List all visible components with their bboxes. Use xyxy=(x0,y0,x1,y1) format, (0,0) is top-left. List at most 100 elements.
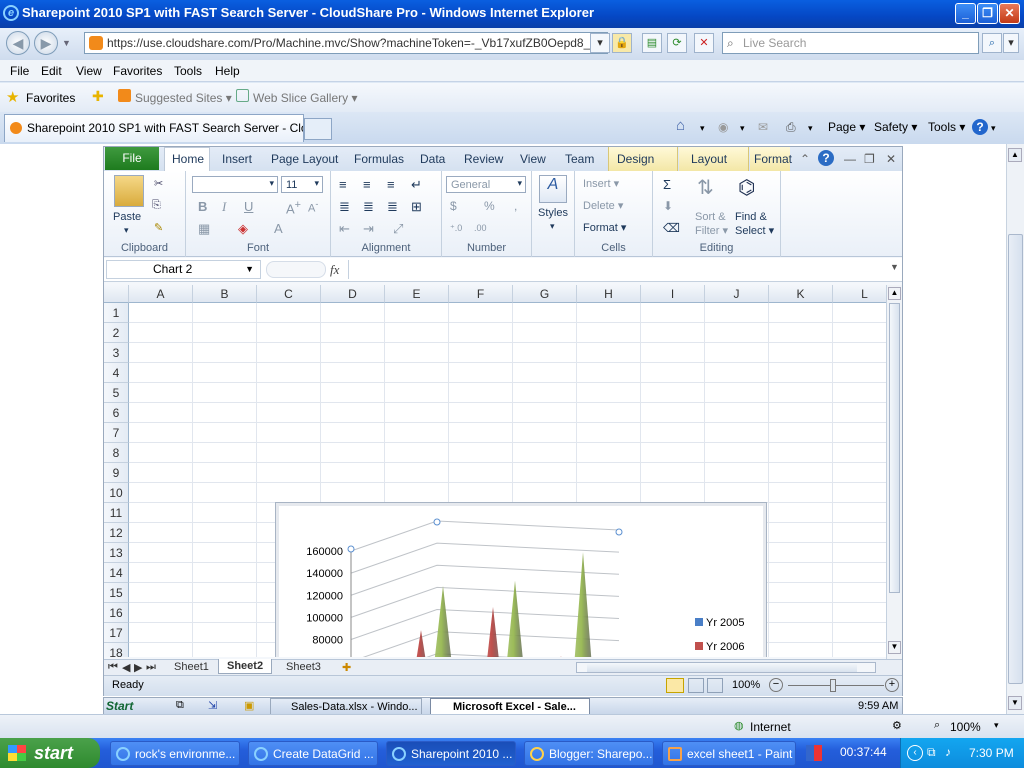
font-name-select[interactable]: ▾ xyxy=(192,176,278,193)
remote-task-excel[interactable]: Microsoft Excel - Sale... xyxy=(430,698,590,715)
cut-icon[interactable]: ✂ xyxy=(154,177,163,190)
align-top-icon[interactable]: ≡ xyxy=(339,177,347,192)
paste-icon[interactable] xyxy=(114,175,144,207)
remote-ie-icon[interactable]: ⇲ xyxy=(208,699,217,712)
row-header[interactable]: 9 xyxy=(104,463,129,483)
start-button[interactable]: start xyxy=(0,738,100,768)
row-header[interactable]: 14 xyxy=(104,563,129,583)
increase-decimal-icon[interactable]: ⁺.0 xyxy=(450,223,462,234)
row-header[interactable]: 4 xyxy=(104,363,129,383)
lock-icon[interactable]: 🔒 xyxy=(612,33,632,53)
remote-start-button[interactable]: Start xyxy=(106,699,133,713)
zoom-in-icon[interactable]: + xyxy=(885,678,899,692)
menu-view[interactable]: View xyxy=(76,64,102,78)
menu-favorites[interactable]: Favorites xyxy=(113,64,162,78)
zoom-slider-thumb[interactable] xyxy=(830,679,836,692)
search-options-icon[interactable]: ▾ xyxy=(1003,33,1019,53)
find-binoculars-icon[interactable]: ⌬ xyxy=(738,175,755,200)
worksheet-grid[interactable]: ABCDEFGHIJKL 1 2 3 4 5 6 7 8 9 10 11 12 13 14 15 16 17 18… xyxy=(104,285,886,657)
tab-format[interactable]: Format xyxy=(750,147,792,171)
column-header[interactable]: G xyxy=(513,285,577,303)
quicklaunch-app-icon[interactable] xyxy=(806,745,822,761)
increase-indent-icon[interactable]: ⇥ xyxy=(363,221,374,237)
row-header[interactable]: 10 xyxy=(104,483,129,503)
name-box[interactable]: Chart 2 ▼ xyxy=(106,260,261,279)
sheet-tab-2-active[interactable]: Sheet2 xyxy=(218,659,273,674)
filter-label[interactable]: Filter ▾ xyxy=(695,224,728,237)
tab-file[interactable]: File xyxy=(105,147,159,170)
help-dropdown-icon[interactable]: ▾ xyxy=(991,123,996,134)
print-dropdown-icon[interactable]: ▾ xyxy=(808,123,813,134)
currency-icon[interactable]: $ xyxy=(450,199,457,213)
safety-menu[interactable]: Safety ▾ xyxy=(874,120,917,134)
format-cells-button[interactable]: Format ▾ xyxy=(583,221,626,234)
row-header[interactable]: 12 xyxy=(104,523,129,543)
new-tab-button[interactable] xyxy=(304,118,332,140)
ribbon-minimize-icon[interactable]: ⌃ xyxy=(800,152,810,166)
menu-edit[interactable]: Edit xyxy=(41,64,62,78)
insert-cells-button[interactable]: Insert ▾ xyxy=(583,177,619,190)
excel-help-icon[interactable]: ? xyxy=(818,150,834,166)
column-header[interactable]: H xyxy=(577,285,641,303)
menu-tools[interactable]: Tools xyxy=(174,64,202,78)
column-header[interactable]: E xyxy=(385,285,449,303)
tab-design[interactable]: Design xyxy=(608,147,678,171)
sort-filter-icon[interactable]: ⇅ xyxy=(697,175,714,200)
percent-icon[interactable]: % xyxy=(484,199,495,213)
column-header[interactable]: K xyxy=(769,285,833,303)
back-button[interactable]: ◀ xyxy=(6,31,30,55)
italic-button[interactable]: I xyxy=(222,199,226,215)
row-header[interactable]: 16 xyxy=(104,603,129,623)
wrap-text-icon[interactable]: ↵ xyxy=(411,177,422,193)
column-header[interactable]: F xyxy=(449,285,513,303)
minimize-button[interactable]: _ xyxy=(955,3,976,24)
tab-team[interactable]: Team xyxy=(565,152,594,166)
close-button[interactable]: ✕ xyxy=(999,3,1020,24)
scroll-down-icon[interactable]: ▼ xyxy=(1008,696,1022,710)
chart-object[interactable]: 1600001400001200001000008000060000400002… xyxy=(275,502,767,657)
home-icon[interactable]: ⌂ xyxy=(676,117,685,134)
search-input[interactable]: ⌕ Live Search xyxy=(722,32,979,54)
borders-icon[interactable]: ▦ xyxy=(198,221,210,237)
font-size-select[interactable]: 11 ▾ xyxy=(281,176,323,193)
row-header[interactable]: 3 xyxy=(104,343,129,363)
help-icon[interactable]: ? xyxy=(972,119,988,135)
browser-tab-active[interactable]: Sharepoint 2010 SP1 with FAST Search Ser… xyxy=(4,114,304,142)
page-break-view-icon[interactable] xyxy=(707,678,723,693)
align-right-icon[interactable]: ≣ xyxy=(387,199,398,215)
tab-formulas[interactable]: Formulas xyxy=(354,152,404,166)
print-icon[interactable]: ⎙ xyxy=(786,120,796,135)
zoom-level[interactable]: 100% xyxy=(732,679,760,691)
sheet-tab-3[interactable]: Sheet3 xyxy=(286,661,321,673)
excel-hscroll-thumb[interactable] xyxy=(587,663,857,672)
tab-home[interactable]: Home xyxy=(172,152,204,166)
zoom-magnifier-icon[interactable]: ⌕ xyxy=(934,719,940,732)
sheet-tab-1[interactable]: Sheet1 xyxy=(174,661,209,673)
fill-icon[interactable]: ⬇ xyxy=(663,199,673,213)
search-go-icon[interactable]: ⌕ xyxy=(982,33,1002,53)
styles-label[interactable]: Styles xyxy=(538,207,568,219)
restore-button[interactable]: ❐ xyxy=(977,3,998,24)
tab-insert[interactable]: Insert xyxy=(222,152,252,166)
network-icon[interactable]: ⧉ xyxy=(927,745,936,760)
column-header[interactable]: A xyxy=(129,285,193,303)
excel-scroll-down-icon[interactable]: ▼ xyxy=(888,641,901,654)
row-header[interactable]: 15 xyxy=(104,583,129,603)
sheet-last-icon[interactable]: ⏭ xyxy=(146,661,156,674)
select-label[interactable]: Select ▾ xyxy=(735,224,774,237)
paste-dropdown-icon[interactable]: ▾ xyxy=(124,225,129,236)
row-header[interactable]: 1 xyxy=(104,303,129,323)
url-field[interactable]: https://use.cloudshare.com/Pro/Machine.m… xyxy=(84,32,608,54)
suggested-sites-link[interactable]: Suggested Sites ▾ xyxy=(135,91,232,105)
font-color-icon[interactable]: A xyxy=(274,221,283,236)
number-format-select[interactable]: General ▾ xyxy=(446,176,526,193)
scroll-up-icon[interactable]: ▲ xyxy=(1008,148,1022,162)
excel-hscroll[interactable] xyxy=(576,662,876,673)
clear-icon[interactable]: ⌫ xyxy=(663,221,680,235)
remote-quicklaunch-icon[interactable]: ⧉ xyxy=(176,699,184,712)
sheet-prev-icon[interactable]: ◀ xyxy=(122,661,130,674)
menu-help[interactable]: Help xyxy=(215,64,240,78)
zoom-slider-track[interactable] xyxy=(788,685,884,686)
sheet-first-icon[interactable]: ⏮ xyxy=(108,661,118,674)
delete-cells-button[interactable]: Delete ▾ xyxy=(583,199,623,212)
